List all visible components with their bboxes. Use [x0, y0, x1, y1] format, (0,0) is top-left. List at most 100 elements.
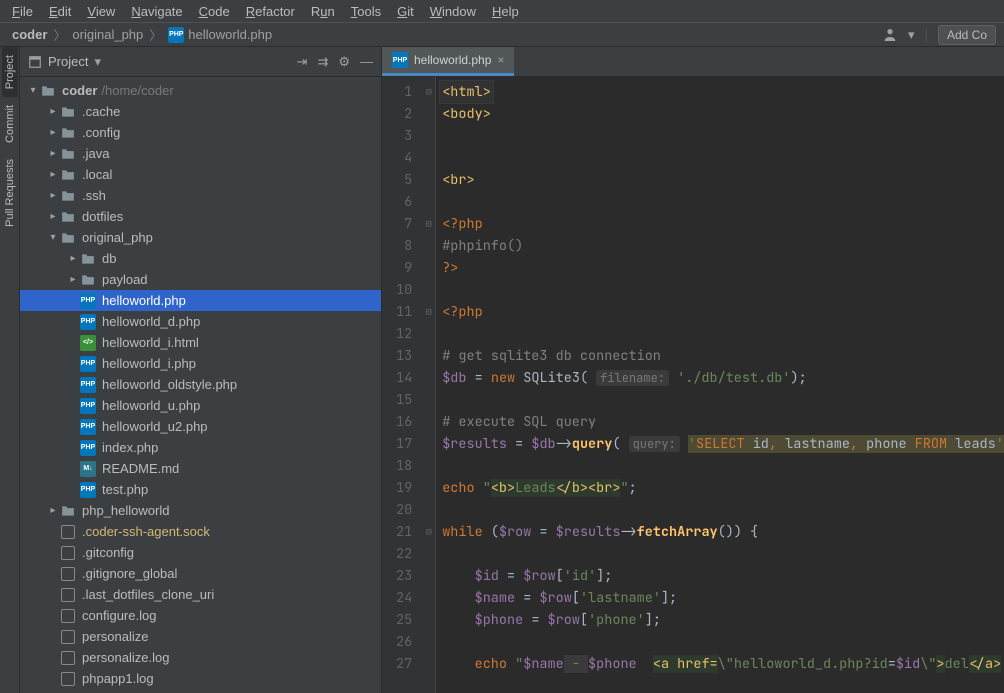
tree-label: helloworld_u2.php [102, 419, 208, 434]
select-opened-icon[interactable]: ⇉ [317, 54, 328, 70]
breadcrumb-folder[interactable]: original_php [68, 27, 147, 42]
add-configuration-button[interactable]: Add Co [938, 25, 996, 45]
chevron-right-icon[interactable]: ▸ [46, 148, 60, 159]
gear-icon[interactable]: ⚙ [338, 54, 350, 70]
folder-icon [40, 83, 56, 99]
tree-label: personalize.log [82, 650, 169, 665]
tree-file[interactable]: .coder-ssh-agent.sock [20, 521, 381, 542]
tree-file[interactable]: configure.log [20, 605, 381, 626]
tree-folder[interactable]: ▸payload [20, 269, 381, 290]
minimize-icon[interactable]: — [360, 54, 373, 70]
file-icon [61, 546, 75, 560]
tool-tab-pull-requests[interactable]: Pull Requests [2, 151, 18, 235]
chevron-right-icon[interactable]: ▸ [46, 190, 60, 201]
tool-tab-commit[interactable]: Commit [2, 97, 18, 151]
menu-git[interactable]: Git [389, 2, 422, 21]
tree-label: dotfiles [82, 209, 123, 224]
tree-folder[interactable]: ▸ .local [20, 164, 381, 185]
tree-file[interactable]: .last_dotfiles_clone_uri [20, 584, 381, 605]
tree-folder[interactable]: ▸ .java [20, 143, 381, 164]
tree-label: test.php [102, 482, 148, 497]
markdown-file-icon: M↓ [80, 461, 96, 477]
menu-help[interactable]: Help [484, 2, 527, 21]
menu-run[interactable]: Run [303, 2, 343, 21]
tree-file[interactable]: PHPhelloworld_u2.php [20, 416, 381, 437]
tree-label: index.php [102, 440, 158, 455]
php-file-icon: PHP [80, 398, 96, 414]
menu-window[interactable]: Window [422, 2, 484, 21]
html-file-icon: </> [80, 335, 96, 351]
chevron-right-icon[interactable]: ▸ [46, 505, 60, 516]
tree-file[interactable]: .gitignore_global [20, 563, 381, 584]
tree-label: .ssh [82, 188, 106, 203]
tree-label: .local [82, 167, 112, 182]
chevron-right-icon[interactable]: ▸ [46, 169, 60, 180]
close-icon[interactable]: × [497, 53, 504, 67]
folder-icon [80, 251, 96, 267]
code-content[interactable]: <html><body> <br> <?php#phpinfo()?> <?ph… [436, 77, 1004, 693]
breadcrumb-root[interactable]: coder [8, 27, 51, 42]
tree-file[interactable]: </>helloworld_i.html [20, 332, 381, 353]
editor-tab[interactable]: PHP helloworld.php × [382, 47, 514, 76]
php-file-icon: PHP [80, 356, 96, 372]
breadcrumb-file[interactable]: PHP helloworld.php [164, 27, 276, 43]
tree-label: helloworld_d.php [102, 314, 200, 329]
project-tree[interactable]: ▾ coder /home/coder ▸.cache ▸.config ▸ .j… [20, 77, 381, 693]
tree-file[interactable]: PHPhelloworld_i.php [20, 353, 381, 374]
tree-label: personalize [82, 629, 149, 644]
menu-navigate[interactable]: Navigate [123, 2, 190, 21]
chevron-down-icon[interactable]: ▾ [46, 232, 60, 243]
tree-file[interactable]: PHPtest.php [20, 479, 381, 500]
tree-root[interactable]: ▾ coder /home/coder [20, 80, 381, 101]
tree-file[interactable]: PHPhelloworld_oldstyle.php [20, 374, 381, 395]
chevron-right-icon[interactable]: ▸ [46, 127, 60, 138]
project-icon [28, 55, 42, 69]
tree-file[interactable]: PHP index.php [20, 437, 381, 458]
tool-tab-project[interactable]: Project [2, 47, 18, 97]
tree-file[interactable]: .gitconfig [20, 542, 381, 563]
breadcrumb-root-label: coder [12, 27, 47, 42]
php-file-icon: PHP [80, 440, 96, 456]
collapse-icon[interactable]: ⇥ [297, 54, 308, 70]
editor-tabbar: PHP helloworld.php × [382, 47, 1004, 77]
php-file-icon: PHP [80, 377, 96, 393]
chevron-right-icon[interactable]: ▸ [66, 253, 80, 264]
tree-file[interactable]: M↓README.md [20, 458, 381, 479]
chevron-right-icon[interactable]: ▸ [46, 211, 60, 222]
menu-edit[interactable]: Edit [41, 2, 79, 21]
dropdown-icon[interactable]: ▾ [94, 54, 101, 70]
menu-view[interactable]: View [79, 2, 123, 21]
tree-folder[interactable]: ▸ dotfiles [20, 206, 381, 227]
user-icon[interactable] [882, 27, 898, 43]
chevron-right-icon[interactable]: ▸ [66, 274, 80, 285]
tree-file-selected[interactable]: PHPhelloworld.php [20, 290, 381, 311]
menu-file[interactable]: File [4, 2, 41, 21]
tree-file[interactable]: personalize.log [20, 647, 381, 668]
tree-file[interactable]: PHPhelloworld_u.php [20, 395, 381, 416]
tree-file[interactable]: personalize [20, 626, 381, 647]
tree-folder[interactable]: ▸ .ssh [20, 185, 381, 206]
tree-folder[interactable]: ▾ original_php [20, 227, 381, 248]
menu-code[interactable]: Code [191, 2, 238, 21]
chevron-down-icon[interactable]: ▾ [26, 85, 40, 96]
code-area[interactable]: 1234567891011121314151617181920212223242… [382, 77, 1004, 693]
tree-file[interactable]: phpapp1.log [20, 668, 381, 689]
fold-gutter[interactable]: ⊟ ⊟ ⊟ ⊟ [422, 77, 436, 693]
chevron-right-icon[interactable]: ▸ [46, 106, 60, 117]
menu-tools[interactable]: Tools [343, 2, 389, 21]
tree-folder[interactable]: ▸.cache [20, 101, 381, 122]
file-icon [61, 588, 75, 602]
tree-folder[interactable]: ▸db [20, 248, 381, 269]
file-icon [61, 525, 75, 539]
tree-label: .java [82, 146, 109, 161]
folder-icon [60, 125, 76, 141]
tree-label: original_php [82, 230, 153, 245]
tree-folder[interactable]: ▸.config [20, 122, 381, 143]
tree-file[interactable]: PHPhelloworld_d.php [20, 311, 381, 332]
breadcrumb: coder 〉 original_php 〉 PHP helloworld.ph… [0, 22, 1004, 47]
dropdown-icon[interactable]: ▾ [908, 27, 915, 43]
tree-label: php_helloworld [82, 503, 169, 518]
menu-refactor[interactable]: Refactor [238, 2, 303, 21]
line-number-gutter: 1234567891011121314151617181920212223242… [382, 77, 422, 693]
tree-folder[interactable]: ▸ php_helloworld [20, 500, 381, 521]
